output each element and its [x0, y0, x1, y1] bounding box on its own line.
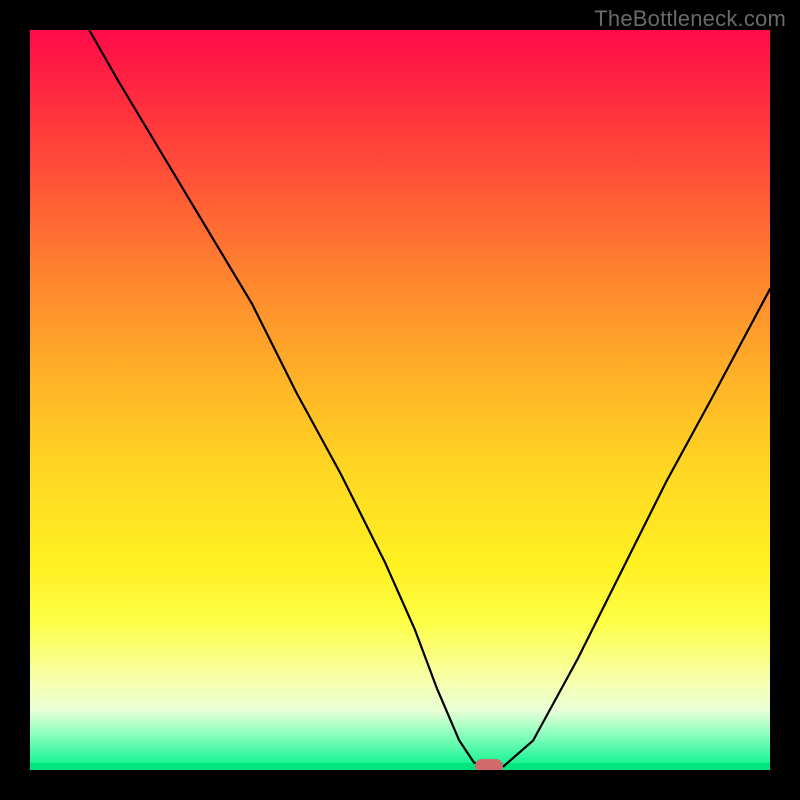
plot-area: [30, 30, 770, 770]
chart-frame: TheBottleneck.com: [0, 0, 800, 800]
watermark-text: TheBottleneck.com: [594, 6, 786, 32]
optimum-marker: [475, 759, 503, 770]
bottleneck-curve: [30, 30, 770, 770]
